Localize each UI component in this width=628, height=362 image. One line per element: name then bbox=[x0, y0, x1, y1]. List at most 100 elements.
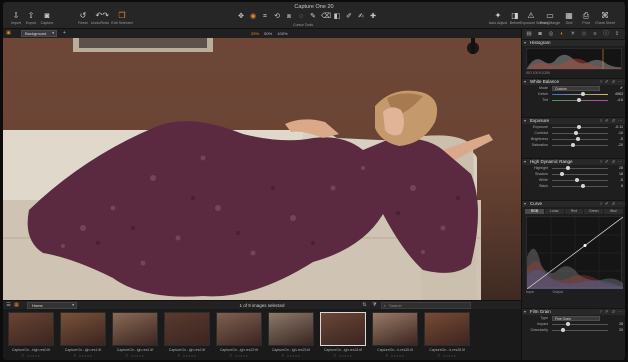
white-balance-section: ▾ White Balance ? ✐ ↺ ⋯ Mode Custom ✐ Ke… bbox=[522, 78, 625, 108]
shadow-slider-knob[interactable] bbox=[560, 172, 565, 176]
thumbnail[interactable]: CaptureOn...igh-res23.tif ⚐ ○○○○○ bbox=[266, 311, 316, 359]
heal-tool-icon[interactable]: ✚ bbox=[369, 13, 377, 21]
film-grain-header[interactable]: ▾ Film Grain ? ✐ ↺ ⋯ bbox=[522, 308, 625, 315]
thumbnail-image bbox=[372, 312, 418, 346]
rating-stars[interactable]: ⚐ ○○○○○ bbox=[110, 354, 160, 358]
cheat-sheet-button[interactable]: ⌘ Cheat Sheet bbox=[594, 11, 616, 25]
curve-channel-tabs: RGB Luma Red Green Blue bbox=[525, 209, 623, 214]
brush-tool-icon[interactable]: ✎ bbox=[309, 13, 317, 21]
viewer-toolbar: ▣ Background ▾ + 25% 50% 100% bbox=[3, 29, 521, 38]
details-tab-icon[interactable]: ◇ bbox=[580, 30, 588, 38]
highlight-slider[interactable] bbox=[552, 167, 608, 169]
highlight-slider-knob[interactable] bbox=[565, 166, 570, 170]
thumbnail-image bbox=[216, 312, 262, 346]
exposure-tab-icon[interactable]: ☀ bbox=[569, 30, 577, 38]
impact-slider[interactable] bbox=[552, 323, 608, 325]
wb-mode-select[interactable]: Custom bbox=[552, 86, 600, 91]
kelvin-slider-knob[interactable] bbox=[580, 92, 585, 96]
zoom-100-button[interactable]: 100% bbox=[277, 31, 287, 36]
tint-slider-knob[interactable] bbox=[576, 98, 581, 102]
thumbnail[interactable]: CaptureOn...igh-res2.tif ⚐ ○○○○○ bbox=[162, 311, 212, 359]
eraser-tool-icon[interactable]: ⌫ bbox=[321, 13, 331, 21]
thumbnail[interactable]: CaptureOn...h-res26.tif ⚐ ○○○○○ bbox=[370, 311, 420, 359]
exposure-slider-knob[interactable] bbox=[576, 125, 581, 129]
thumbnail[interactable]: CaptureOn...igh-res1.tif ⚐ ○○○○○ bbox=[110, 311, 160, 359]
add-layer-icon[interactable]: + bbox=[61, 30, 68, 37]
undo-icon: ↶↷ bbox=[95, 11, 109, 20]
lens-tab-icon[interactable]: ◎ bbox=[547, 30, 555, 38]
annotate-tool-icon[interactable]: ✍ bbox=[357, 13, 365, 21]
rating-stars[interactable]: ⚐ ○○○○○ bbox=[58, 354, 108, 358]
pan-tool-icon[interactable]: ✥ bbox=[237, 13, 245, 21]
image-viewer[interactable] bbox=[3, 38, 521, 300]
adjustments-tab-icon[interactable]: ≡ bbox=[591, 30, 599, 38]
metadata-tab-icon[interactable]: ⓘ bbox=[602, 30, 610, 38]
grain-type-select[interactable]: Fine Grain bbox=[552, 316, 600, 321]
thumbnail[interactable]: CaptureOn...igh-res1.tif ⚐ ○○○○○ bbox=[58, 311, 108, 359]
black-slider-knob[interactable] bbox=[580, 184, 585, 188]
rating-stars[interactable]: ⚐ ○○○○○ bbox=[318, 354, 368, 358]
spot-removal-tool-icon[interactable]: ◌ bbox=[297, 13, 305, 21]
white-balance-header[interactable]: ▾ White Balance ? ✐ ↺ ⋯ bbox=[522, 78, 625, 85]
layers-icon[interactable]: ▣ bbox=[5, 30, 12, 37]
thumbnail[interactable]: CaptureOn...h-res28.tif ⚐ ○○○○○ bbox=[422, 311, 472, 359]
granularity-slider-knob[interactable] bbox=[561, 328, 566, 332]
saturation-slider-knob[interactable] bbox=[571, 143, 576, 147]
curve-tab-red[interactable]: Red bbox=[564, 209, 584, 214]
histogram-section: ▾ Histogram ISO 100 f/1/250 bbox=[522, 39, 625, 77]
contrast-slider[interactable] bbox=[552, 132, 608, 134]
rating-stars[interactable]: ⚐ ○○○○○ bbox=[6, 354, 56, 358]
rating-stars[interactable]: ⚐ ○○○○○ bbox=[266, 354, 316, 358]
tool-tabs: ▤ ◙ ◎ ◐ ☀ ◇ ≡ ⓘ ⇪ bbox=[522, 29, 625, 39]
wb-picker-tool-icon[interactable]: ✐ bbox=[345, 13, 353, 21]
curve-tab-blue[interactable]: Blue bbox=[604, 209, 623, 214]
zoom-50-button[interactable]: 50% bbox=[264, 31, 272, 36]
curve-header[interactable]: ▾ Curve ? ✐ ↺ ⋯ bbox=[522, 200, 625, 207]
keystone-tool-icon[interactable]: ⧈ bbox=[285, 13, 293, 21]
thumbnail[interactable]: CaptureOn...igh-res22.tif ⚐ ○○○○○ bbox=[214, 311, 264, 359]
hdr-header[interactable]: ▾ High Dynamic Range ? ✐ ↺ ⋯ bbox=[522, 158, 625, 165]
photo-image bbox=[3, 38, 493, 300]
gradient-tool-icon[interactable]: ◧ bbox=[333, 13, 341, 21]
undo-redo-button[interactable]: ↶↷ Undo/Redo bbox=[89, 11, 111, 25]
output-tab-icon[interactable]: ⇪ bbox=[613, 30, 621, 38]
library-tab-icon[interactable]: ▤ bbox=[525, 30, 533, 38]
rating-stars[interactable]: ⚐ ○○○○○ bbox=[422, 354, 472, 358]
section-actions[interactable]: ? ✐ ↺ ⋯ bbox=[600, 201, 623, 207]
rating-stars[interactable]: ⚐ ○○○○○ bbox=[214, 354, 264, 358]
thumbnail-selected[interactable]: CaptureOn...igh-res24.tif ⚐ ○○○○○ bbox=[318, 311, 368, 359]
thumbnail-image bbox=[8, 312, 54, 346]
rating-stars[interactable]: ⚐ ○○○○○ bbox=[370, 354, 420, 358]
curve-graph[interactable] bbox=[526, 216, 624, 290]
curve-section: ▾ Curve ? ✐ ↺ ⋯ RGB Luma Red Green Blue bbox=[522, 200, 625, 304]
filter-icon[interactable]: ⧩ bbox=[371, 302, 378, 309]
capture-tab-icon[interactable]: ◙ bbox=[536, 30, 544, 38]
print-icon: ⎙ bbox=[582, 11, 590, 20]
rotate-tool-icon[interactable]: ⟲ bbox=[273, 13, 281, 21]
contrast-slider-knob[interactable] bbox=[573, 131, 578, 135]
histogram-meta: ISO 100 f/1/250 bbox=[526, 71, 550, 75]
zoom-25-button[interactable]: 25% bbox=[251, 31, 259, 36]
color-tab-icon[interactable]: ◐ bbox=[558, 30, 566, 38]
white-slider-knob[interactable] bbox=[575, 178, 580, 182]
curve-tab-luma[interactable]: Luma bbox=[544, 209, 564, 214]
brightness-slider-knob[interactable] bbox=[575, 137, 580, 141]
thumbnail[interactable]: CaptureOn...high-res0.tif ⚐ ○○○○○ bbox=[6, 311, 56, 359]
edit-selected-button[interactable]: ❐ Edit Selected bbox=[111, 11, 133, 25]
thumbnail-image bbox=[60, 312, 106, 346]
white-slider[interactable] bbox=[552, 179, 608, 181]
impact-slider-knob[interactable] bbox=[565, 322, 570, 326]
exposure-header[interactable]: ▾ Exposure ? ✐ ↺ ⋯ bbox=[522, 117, 625, 124]
crop-tool-icon[interactable]: ⌗ bbox=[261, 13, 269, 21]
brightness-slider[interactable] bbox=[552, 138, 608, 140]
capture-button[interactable]: ◙ Capture bbox=[36, 11, 58, 25]
sort-icon[interactable]: ⇅ bbox=[361, 302, 368, 309]
histogram-header[interactable]: ▾ Histogram bbox=[522, 39, 625, 46]
layer-selector[interactable]: Background ▾ bbox=[21, 30, 57, 37]
rating-stars[interactable]: ⚐ ○○○○○ bbox=[162, 354, 212, 358]
saturation-slider[interactable] bbox=[552, 144, 608, 146]
search-input[interactable]: ⌕ Search bbox=[381, 302, 471, 309]
curve-tab-rgb[interactable]: RGB bbox=[525, 209, 544, 214]
color-picker-tool-icon[interactable]: ◉ bbox=[249, 13, 257, 21]
curve-tab-green[interactable]: Green bbox=[584, 209, 604, 214]
